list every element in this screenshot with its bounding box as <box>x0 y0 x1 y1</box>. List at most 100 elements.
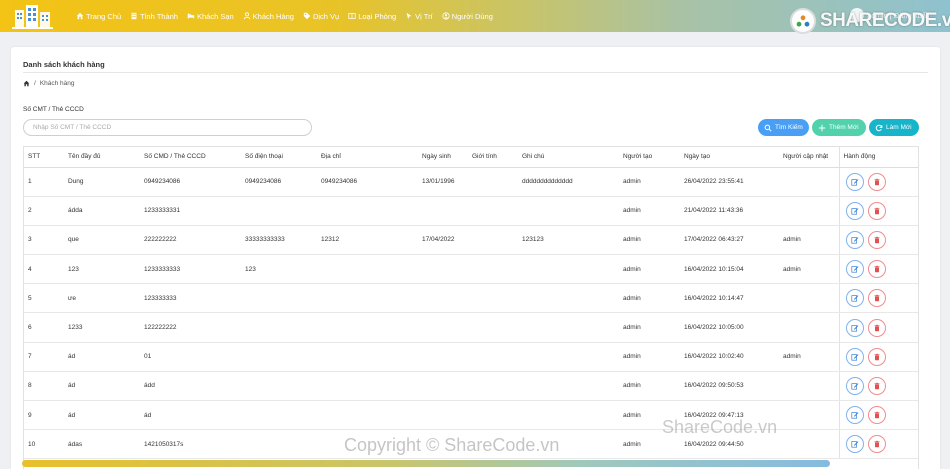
table-cell: 17/04/2022 <box>418 225 468 256</box>
add-button-label: Thêm Mới <box>829 124 859 131</box>
table-cell: ád <box>64 371 140 402</box>
hotel-logo-icon[interactable] <box>9 2 59 30</box>
horizontal-scrollbar[interactable] <box>22 460 830 467</box>
delete-button[interactable] <box>867 376 886 395</box>
edit-button[interactable] <box>845 201 864 220</box>
plus-icon <box>818 124 826 131</box>
table-cell <box>317 283 418 314</box>
edit-button[interactable] <box>845 172 864 191</box>
edit-icon <box>850 324 858 332</box>
nav-item-khach-hang[interactable]: Khách Hàng <box>243 12 294 21</box>
table-cell <box>468 225 518 256</box>
table-row: 5 ưe 123333333 admin 16/04/2022 10:14:47 <box>24 283 918 314</box>
delete-button[interactable] <box>867 318 886 337</box>
trash-icon <box>873 207 880 214</box>
customer-table-container[interactable]: STT Tên đầy đủ Số CMD / Thẻ CCCD Số điện th… <box>23 146 919 469</box>
edit-button[interactable] <box>845 435 864 454</box>
column-header: Số CMD / Thẻ CCCD <box>140 147 241 168</box>
delete-button[interactable] <box>867 406 886 425</box>
table-cell: 7 <box>24 342 64 372</box>
edit-icon <box>850 266 858 273</box>
table-cell: 8 <box>24 371 64 402</box>
breadcrumb-current: Khách hàng <box>39 80 75 87</box>
nav-item-loai-phong[interactable]: Loại Phòng <box>348 12 396 21</box>
add-button[interactable]: Thêm Mới <box>812 119 866 136</box>
table-cell: 1421050317s <box>140 429 241 460</box>
edit-button[interactable] <box>845 347 864 366</box>
customer-table: STT Tên đầy đủ Số CMD / Thẻ CCCD Số điện th… <box>24 147 918 460</box>
table-cell: 16/04/2022 10:14:47 <box>680 283 779 314</box>
nav-item-trang-chu[interactable]: Trang Chủ <box>76 12 121 21</box>
edit-icon <box>850 207 858 215</box>
search-icon <box>764 124 772 132</box>
row-actions <box>838 167 918 197</box>
row-actions <box>838 283 918 314</box>
edit-button[interactable] <box>845 289 864 308</box>
edit-button[interactable] <box>845 318 864 337</box>
nav-item-label: Loại Phòng <box>358 11 397 21</box>
table-cell: 16/04/2022 10:15:04 <box>680 254 779 285</box>
table-row: 3 que 222222222 33333333333 12312 17/04/2022 1… <box>24 225 918 256</box>
table-row: 6 1233 122222222 admin 16/04/2022 10:05:00 <box>24 312 918 343</box>
nav-item-label: Tỉnh Thành <box>140 11 178 21</box>
delete-button[interactable] <box>867 289 886 308</box>
edit-button[interactable] <box>845 376 864 395</box>
table-cell: admin <box>619 342 680 372</box>
building-icon <box>131 12 137 20</box>
reset-button[interactable]: Làm Mới <box>869 119 919 136</box>
trash-icon <box>873 324 880 331</box>
edit-button[interactable] <box>845 230 864 249</box>
delete-button[interactable] <box>867 172 886 191</box>
edit-icon <box>850 383 858 390</box>
delete-button[interactable] <box>867 201 886 220</box>
nav-item-khach-san[interactable]: Khách Sạn <box>187 12 234 21</box>
sharecode-logo: SHARECODE.vn <box>790 8 950 34</box>
table-cell: 0949234086 <box>317 167 418 197</box>
table-cell: 1 <box>24 167 64 197</box>
nav-item-tinh-thanh[interactable]: Tỉnh Thành <box>130 12 178 21</box>
table-cell <box>468 342 518 372</box>
table-cell: 16/04/2022 10:05:00 <box>680 312 779 343</box>
table-cell: 4 <box>24 254 64 285</box>
home-icon[interactable] <box>23 80 30 87</box>
trash-icon <box>873 411 880 419</box>
edit-button[interactable] <box>845 260 864 279</box>
delete-button[interactable] <box>867 435 886 454</box>
nav-item-label: Khách Sạn <box>196 11 234 21</box>
edit-button[interactable] <box>845 406 864 425</box>
table-cell: 222222222 <box>140 225 241 256</box>
edit-icon <box>850 441 858 448</box>
column-header: Tên đầy đủ <box>64 147 140 168</box>
table-row: 2 ádda 1233333331 admin 21/04/2022 11:43:36 <box>24 196 918 226</box>
delete-button[interactable] <box>867 260 886 279</box>
table-cell: 9 <box>24 400 64 431</box>
edit-icon <box>850 237 858 244</box>
table-cell: admin <box>619 254 680 285</box>
table-cell: admin <box>779 254 839 285</box>
nav-item-nguoi-dung[interactable]: Người Dùng <box>442 12 493 21</box>
column-header: Ngày tạo <box>680 147 779 168</box>
table-cell <box>418 254 468 285</box>
table-cell: 2 <box>24 196 64 226</box>
nav-item-vi-tri[interactable]: Vị Trí <box>405 12 433 21</box>
search-button[interactable]: Tìm Kiếm <box>758 119 809 136</box>
search-input[interactable] <box>23 119 312 136</box>
table-cell <box>518 196 619 226</box>
table-cell: que <box>64 225 140 256</box>
nav-item-dich-vu[interactable]: Dịch Vụ <box>303 12 339 21</box>
action-buttons: Tìm Kiếm Thêm Mới Làm Mới <box>758 119 919 136</box>
table-cell: ádd <box>140 371 241 402</box>
search-label: Số CMT / Thẻ CCCD <box>23 106 84 113</box>
row-actions <box>838 254 918 285</box>
table-cell <box>779 371 839 402</box>
table-cell <box>241 342 317 372</box>
table-cell: 1233333333 <box>140 254 241 285</box>
main-nav: Trang Chủ Tỉnh Thành Khách Sạn Khách Hàn… <box>76 0 493 32</box>
divider <box>23 72 928 73</box>
location-icon <box>406 12 412 20</box>
user-icon <box>243 12 250 20</box>
table-cell: ád <box>64 342 140 372</box>
delete-button[interactable] <box>867 230 886 249</box>
trash-icon <box>873 295 880 302</box>
delete-button[interactable] <box>867 347 886 366</box>
